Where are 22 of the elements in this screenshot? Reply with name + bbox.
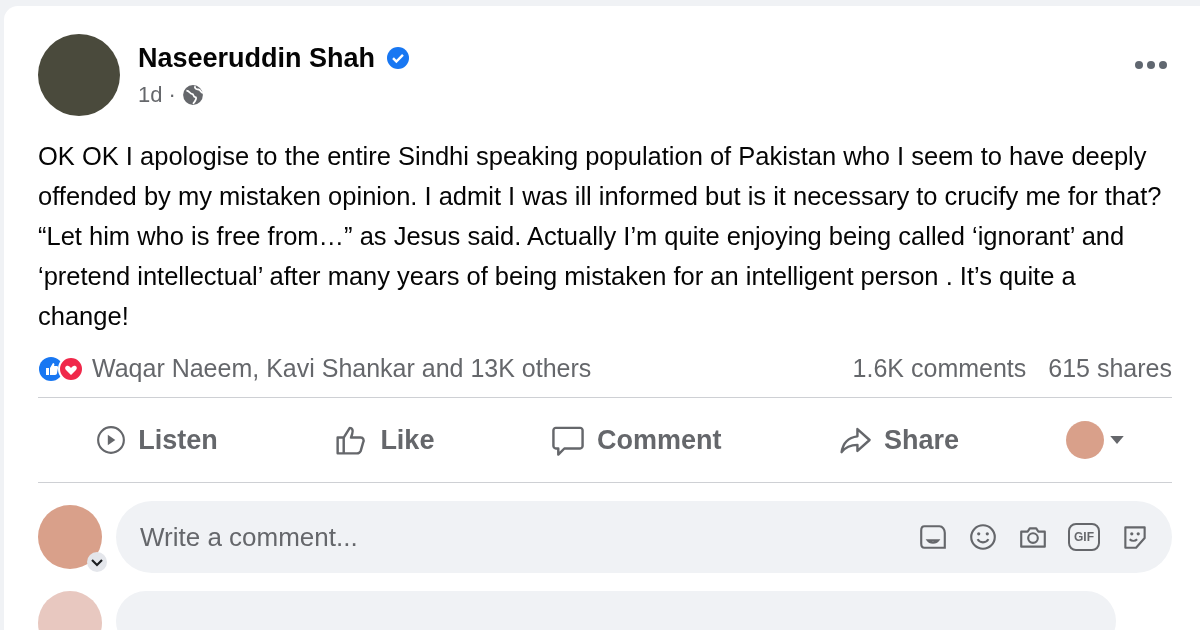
emoji-icon[interactable]	[968, 522, 998, 552]
comment-button[interactable]: Comment	[537, 415, 736, 465]
post-time[interactable]: 1d	[138, 81, 163, 108]
listen-button[interactable]: Listen	[82, 416, 232, 464]
share-button[interactable]: Share	[824, 415, 974, 465]
separator-dot: ·	[168, 81, 176, 108]
author-name[interactable]: Naseeruddin Shah	[138, 42, 376, 74]
more-options-icon[interactable]	[1134, 60, 1168, 70]
gif-icon[interactable]: GIF	[1068, 523, 1100, 551]
avatar-sticker-icon[interactable]	[918, 522, 948, 552]
play-icon	[96, 425, 127, 455]
chevron-icon[interactable]	[86, 551, 108, 573]
like-button[interactable]: Like	[320, 415, 449, 465]
comment-input-field[interactable]: Write a comment... GIF	[116, 501, 1172, 573]
caret-icon	[1109, 435, 1124, 445]
post-text: OK OK I apologise to the entire Sindhi speaking population of Pakistan who I seem to have deeply offended by my mistaken opinion. I admit I was ill informed but is it necessary to crucify me for that? “Let him who is free from…” as Jesus said. Actually I’m quite enjoying being called ‘ignorant’ and ‘pretend intellectual’ after many years of being mistaken for an intelligent person . It’s quite a change!	[38, 141, 1163, 332]
reactions-summary[interactable]: Waqar Naeem, Kavi Shankar and 13K others	[92, 354, 592, 383]
user-avatar-placeholder	[1065, 421, 1104, 459]
comments-count[interactable]: 1.6K comments	[852, 354, 1027, 383]
shares-count[interactable]: 615 shares	[1048, 354, 1172, 383]
reaction-icons	[38, 355, 84, 382]
globe-icon	[181, 83, 204, 106]
